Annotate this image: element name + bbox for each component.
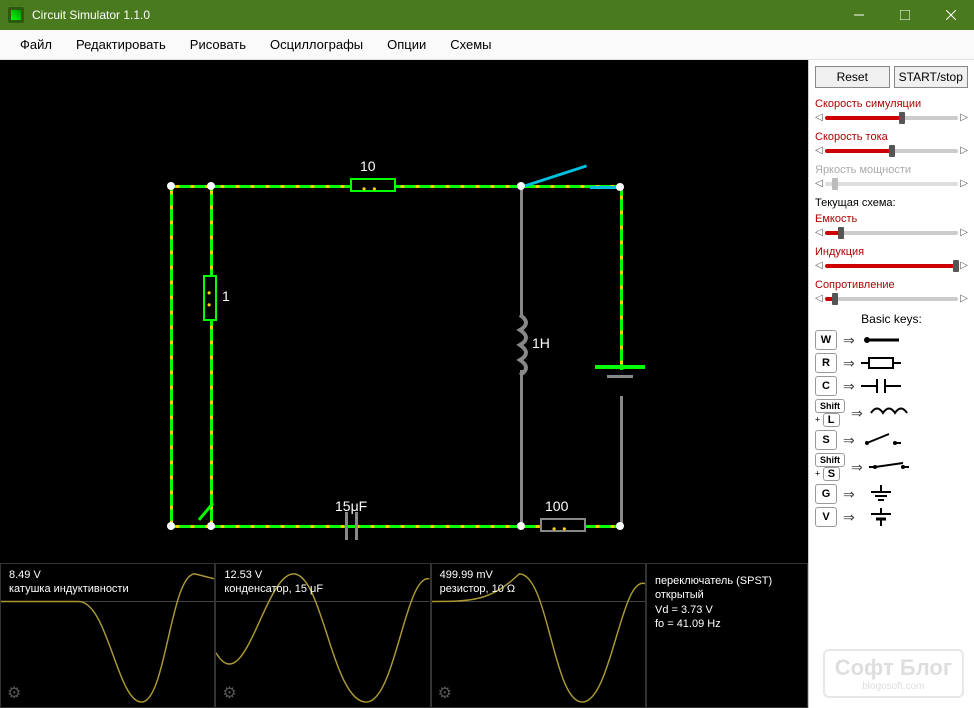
menu-scopes[interactable]: Осциллографы	[258, 33, 375, 56]
arrow-icon: ⇒	[843, 378, 855, 395]
arrow-icon: ⇒	[843, 486, 855, 503]
scope-2-voltage: 12.53 V	[224, 569, 262, 581]
minimize-button[interactable]	[836, 0, 882, 30]
info-line-2: открытый	[655, 589, 704, 601]
scheme-label-1: Индукция	[815, 246, 968, 258]
maximize-button[interactable]	[882, 0, 928, 30]
scheme-slider-0[interactable]	[825, 231, 959, 235]
legend-sym-inductor	[869, 404, 909, 422]
legend-sym-switch-closed	[869, 458, 909, 476]
info-line-1: переключатель (SPST)	[655, 575, 772, 587]
info-line-4: fo = 41.09 Hz	[655, 618, 721, 630]
scheme-slider-1[interactable]	[825, 264, 959, 268]
scope-1-voltage: 8.49 V	[9, 569, 41, 581]
legend-key-0: W	[815, 330, 837, 350]
scheme-label: Текущая схема:	[815, 197, 968, 209]
scheme-label-2: Сопротивление	[815, 279, 968, 291]
close-button[interactable]	[928, 0, 974, 30]
sim-slider-0[interactable]	[825, 116, 959, 120]
capacitor-label: 15μF	[335, 498, 367, 514]
scope-area: 8.49 V катушка индуктивности ⚙ 12.53 V кон…	[0, 563, 808, 708]
titlebar: Circuit Simulator 1.1.0	[0, 0, 974, 30]
menu-options[interactable]: Опции	[375, 33, 438, 56]
scheme-dec-0[interactable]: ◁	[815, 227, 823, 238]
sim-label-2: Яркость мощности	[815, 164, 968, 176]
menu-edit[interactable]: Редактировать	[64, 33, 178, 56]
arrow-icon: ⇒	[843, 432, 855, 449]
window-title: Circuit Simulator 1.1.0	[32, 8, 836, 22]
arrow-icon: ⇒	[843, 509, 855, 526]
resistor-top-label: 10	[360, 158, 376, 174]
reset-button[interactable]: Reset	[815, 66, 890, 88]
resistor-bottom-label: 100	[545, 498, 568, 514]
voltage-source[interactable]	[595, 365, 645, 378]
sim-slider-2[interactable]	[825, 182, 959, 186]
sim-slider-1[interactable]	[825, 149, 959, 153]
sim-label-0: Скорость симуляции	[815, 98, 968, 110]
menu-draw[interactable]: Рисовать	[178, 33, 258, 56]
start-stop-button[interactable]: START/stop	[894, 66, 969, 88]
scheme-dec-1[interactable]: ◁	[815, 260, 823, 271]
sim-label-1: Скорость тока	[815, 131, 968, 143]
arrow-icon: ⇒	[843, 355, 855, 372]
legend-sym-switch-open	[861, 431, 901, 449]
sim-dec-1[interactable]: ◁	[815, 145, 823, 156]
legend-sym-capacitor	[861, 377, 901, 395]
legend-key-5: Shift+ S	[815, 453, 845, 481]
scope-3[interactable]: 499.99 mV резистор, 10 Ω ⚙	[431, 563, 646, 708]
scope-3-gear-icon[interactable]: ⚙	[438, 683, 452, 703]
legend-title: Basic keys:	[815, 312, 968, 326]
legend-sym-wire	[861, 331, 901, 349]
scope-2[interactable]: 12.53 V конденсатор, 15 μF ⚙	[215, 563, 430, 708]
info-panel: переключатель (SPST) открытый Vd = 3.73 …	[646, 563, 808, 708]
scheme-slider-2[interactable]	[825, 297, 959, 301]
scope-2-desc: конденсатор, 15 μF	[224, 583, 323, 595]
arrow-icon: ⇒	[851, 459, 863, 476]
inductor-element[interactable]	[508, 315, 532, 375]
scheme-inc-0[interactable]: ▷	[960, 227, 968, 238]
arrow-icon: ⇒	[851, 405, 863, 422]
scheme-inc-2[interactable]: ▷	[960, 293, 968, 304]
legend-key-2: C	[815, 376, 837, 396]
menu-circuits[interactable]: Схемы	[438, 33, 503, 56]
scope-3-voltage: 499.99 mV	[440, 569, 493, 581]
sim-dec-2[interactable]: ◁	[815, 178, 823, 189]
app-icon	[8, 7, 24, 23]
scope-1-desc: катушка индуктивности	[9, 583, 129, 595]
sim-inc-2[interactable]: ▷	[960, 178, 968, 189]
legend-key-4: S	[815, 430, 837, 450]
inductor-label: 1H	[532, 335, 550, 351]
legend-sym-ground	[861, 485, 901, 503]
sim-inc-1[interactable]: ▷	[960, 145, 968, 156]
legend-key-3: Shift+ L	[815, 399, 845, 427]
scope-1[interactable]: 8.49 V катушка индуктивности ⚙	[0, 563, 215, 708]
scheme-label-0: Емкость	[815, 213, 968, 225]
legend-key-7: V	[815, 507, 837, 527]
sim-inc-0[interactable]: ▷	[960, 112, 968, 123]
scope-3-desc: резистор, 10 Ω	[440, 583, 515, 595]
scope-2-gear-icon[interactable]: ⚙	[222, 683, 236, 703]
legend-key-6: G	[815, 484, 837, 504]
resistor-left-label: 1	[222, 288, 230, 304]
scheme-inc-1[interactable]: ▷	[960, 260, 968, 271]
menu-file[interactable]: Файл	[8, 33, 64, 56]
scheme-dec-2[interactable]: ◁	[815, 293, 823, 304]
sidebar: Reset START/stop Скорость симуляции ◁ ▷ …	[808, 60, 974, 708]
resistor-top[interactable]: ••	[350, 178, 396, 192]
circuit-canvas[interactable]: •• 10 •• 1 •• 100 15μF 1H	[0, 60, 808, 708]
arrow-icon: ⇒	[843, 332, 855, 349]
info-line-3: Vd = 3.73 V	[655, 604, 713, 616]
legend-sym-source	[861, 508, 901, 526]
resistor-left[interactable]: ••	[203, 275, 217, 321]
legend-key-1: R	[815, 353, 837, 373]
scope-1-gear-icon[interactable]: ⚙	[7, 683, 21, 703]
resistor-bottom[interactable]: ••	[540, 518, 586, 532]
sim-dec-0[interactable]: ◁	[815, 112, 823, 123]
legend-sym-resistor	[861, 354, 901, 372]
menubar: Файл Редактировать Рисовать Осциллографы…	[0, 30, 974, 60]
